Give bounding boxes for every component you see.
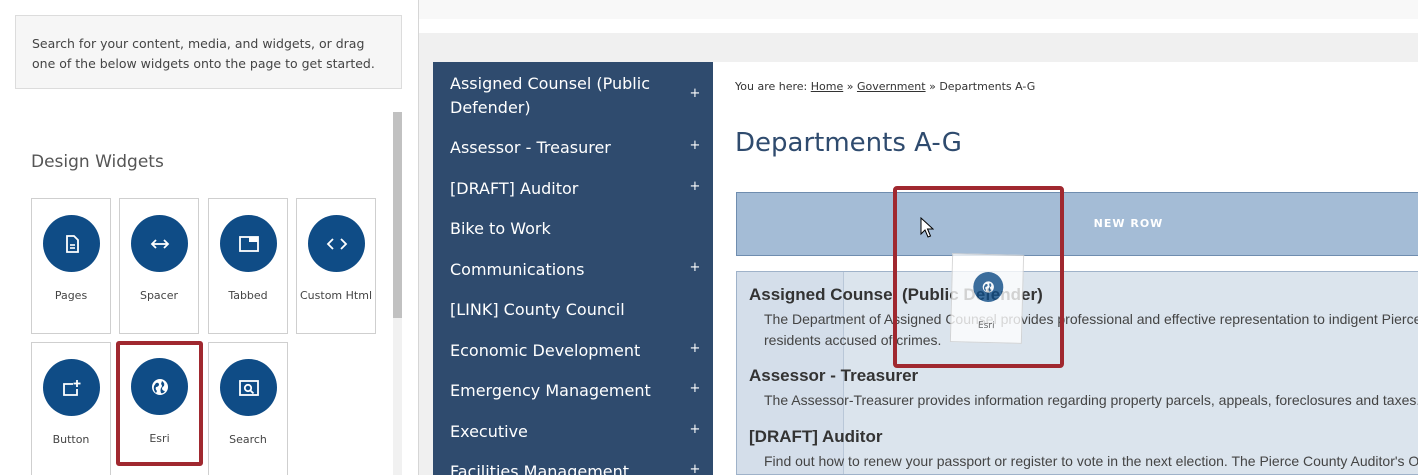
new-row-label: NEW ROW [1093,217,1164,230]
plus-icon[interactable]: + [689,138,701,153]
breadcrumb-separator: » [846,80,854,93]
widget-esri[interactable]: Esri [116,341,203,466]
breadcrumb-separator: » [929,80,936,93]
plus-icon[interactable]: + [689,260,701,275]
department-title[interactable]: Assessor - Treasurer [749,366,1418,386]
widget-spacer[interactable]: Spacer [119,198,199,334]
department-entry: Assigned Counsel (Public Defender) The D… [749,285,1418,351]
nav-item-bike-to-work[interactable]: Bike to Work [450,217,695,241]
panel-scrollbar[interactable] [393,112,402,475]
widget-pages[interactable]: Pages [31,198,111,334]
nav-item-emergency-management[interactable]: Emergency Management [450,379,695,403]
plus-icon[interactable]: + [689,341,701,356]
widget-label: Esri [149,432,170,445]
department-nav: Assigned Counsel (Public Defender) + Ass… [433,62,713,475]
widget-panel: Search for your content, media, and widg… [0,0,418,475]
widget-search[interactable]: Search [208,342,288,475]
plus-icon[interactable]: + [689,381,701,396]
site-header-strip [419,0,1418,19]
nav-item-county-council[interactable]: [LINK] County Council [450,298,695,322]
widget-custom-html[interactable]: Custom Html [296,198,376,334]
plus-icon[interactable]: + [689,422,701,437]
globe-icon [131,358,188,415]
breadcrumb-current: Departments A-G [939,80,1036,93]
widget-label: Tabbed [228,289,268,302]
arrows-horizontal-icon [131,215,188,272]
tabbed-window-icon [220,215,277,272]
widget-label: Search [229,433,267,446]
mouse-cursor-icon [920,217,934,238]
nav-item-communications[interactable]: Communications [450,258,695,282]
panel-scrollbar-thumb[interactable] [393,112,402,318]
department-entry: [DRAFT] Auditor Find out how to renew yo… [749,427,1418,472]
page-icon [43,215,100,272]
breadcrumb-prefix: You are here: [735,80,808,93]
breadcrumb-home[interactable]: Home [811,80,843,93]
department-description: The Assessor-Treasurer provides informat… [764,390,1418,411]
breadcrumb: You are here: Home » Government » Depart… [735,80,1035,93]
department-entry: Assessor - Treasurer The Assessor-Treasu… [749,366,1418,411]
description-line: Find out how to renew your passport or r… [764,453,1418,469]
widget-label: Spacer [139,289,179,302]
department-description: Find out how to renew your passport or r… [764,451,1418,472]
description-line: The Assessor-Treasurer provides informat… [764,392,1418,408]
widget-button[interactable]: Button [31,342,111,475]
nav-item-auditor[interactable]: [DRAFT] Auditor [450,177,695,201]
add-button-icon [43,359,100,416]
breadcrumb-government[interactable]: Government [857,80,926,93]
plus-icon[interactable]: + [689,462,701,475]
department-title[interactable]: [DRAFT] Auditor [749,427,1418,447]
widget-label: Custom Html [300,289,372,302]
new-row-dropzone[interactable]: NEW ROW [736,192,1418,256]
content-row[interactable]: Assigned Counsel (Public Defender) The D… [736,271,1418,475]
widget-label: Button [52,433,90,446]
page-title: Departments A-G [735,128,962,158]
widget-tabbed[interactable]: Tabbed [208,198,288,334]
widget-label: Pages [54,289,88,302]
plus-icon[interactable]: + [689,179,701,194]
description-line: residents accused of crimes. [764,332,942,348]
nav-item-assigned-counsel[interactable]: Assigned Counsel (Public Defender) [450,72,695,120]
drop-highlight-box [893,186,1064,368]
code-icon [308,215,365,272]
nav-item-facilities-management[interactable]: Facilities Management [450,460,695,475]
nav-item-assessor-treasurer[interactable]: Assessor - Treasurer [450,136,695,160]
editor-root: Search for your content, media, and widg… [0,0,1418,475]
nav-item-executive[interactable]: Executive [450,420,695,444]
department-description: The Department of Assigned Counsel provi… [764,309,1418,351]
widget-panel-info: Search for your content, media, and widg… [15,15,402,89]
nav-item-economic-development[interactable]: Economic Development [450,339,695,363]
info-text: Search for your content, media, and widg… [32,36,375,71]
site-header-gap [419,19,1418,33]
section-title: Design Widgets [31,152,164,172]
plus-icon[interactable]: + [689,86,701,101]
search-image-icon [220,359,277,416]
department-title[interactable]: Assigned Counsel (Public Defender) [749,285,1418,305]
description-line: The Department of Assigned Counsel provi… [764,311,1418,327]
